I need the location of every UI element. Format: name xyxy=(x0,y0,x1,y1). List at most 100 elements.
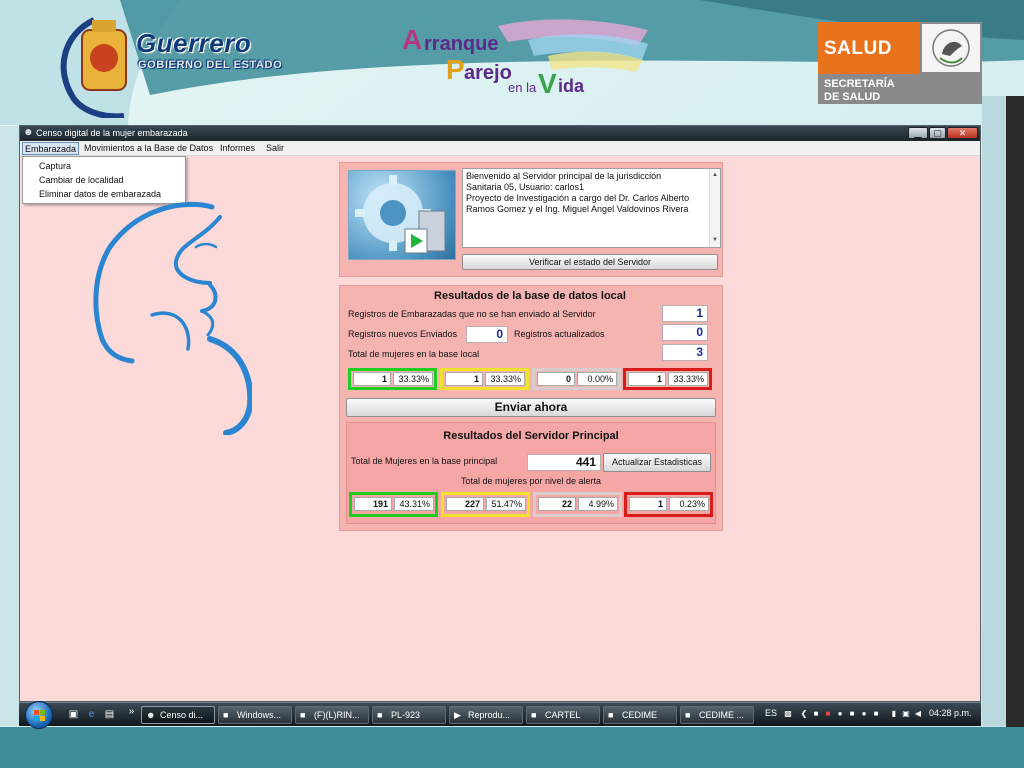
main-green-pct: 43.31% xyxy=(394,497,434,511)
guerrero-title: Guerrero xyxy=(136,28,252,58)
main-yellow-count: 227 xyxy=(446,497,484,511)
taskbar-button-cedime-2[interactable]: ■ CEDIME ... xyxy=(680,706,754,724)
guerrero-subtitle: GOBIERNO DEL ESTADO xyxy=(138,59,283,71)
guerrero-logo: Guerrero GOBIERNO DEL ESTADO xyxy=(54,14,294,120)
language-indicator[interactable]: ES xyxy=(765,708,777,718)
local-red-pct: 33.33% xyxy=(668,372,708,386)
menu-informes[interactable]: Informes xyxy=(218,142,257,155)
new-sent-label: Registros nuevos Enviados xyxy=(348,329,458,339)
local-green-count: 1 xyxy=(353,372,391,386)
main-green-count: 191 xyxy=(354,497,392,511)
menu-embarazada[interactable]: Embarazada xyxy=(22,142,80,155)
menu-salir[interactable]: Salir xyxy=(264,142,286,155)
keyboard-icon[interactable]: ▩ xyxy=(783,709,793,719)
volume-icon[interactable]: ◀ xyxy=(913,709,923,719)
taskbar-button-cedime[interactable]: ■ CEDIME xyxy=(603,706,677,724)
taskbar-button-pl923[interactable]: ■ PL-923 xyxy=(372,706,446,724)
arranque-initial-p: P xyxy=(446,54,465,85)
local-yellow-count: 1 xyxy=(445,372,483,386)
main-red-pct: 0.23% xyxy=(669,497,709,511)
pregnant-woman-icon xyxy=(93,202,252,435)
menu-bar: Embarazada Movimientos a la Base de Dato… xyxy=(20,141,980,156)
presentation-icon: ■ xyxy=(608,710,614,720)
alert-level-label: Total de mujeres por nivel de alerta xyxy=(460,476,602,486)
server-gear-icon xyxy=(348,170,456,260)
main-level-red: 1 0.23% xyxy=(624,492,713,517)
dropdown-item-cambiar-localidad[interactable]: Cambiar de localidad xyxy=(39,174,124,186)
new-sent-value: 0 xyxy=(466,326,508,343)
clock[interactable]: 04:28 p.m. xyxy=(929,708,972,718)
not-sent-value: 1 xyxy=(662,305,708,322)
salud-subtitle: SECRETARÍA DE SALUD xyxy=(824,78,895,103)
taskbar-button-reproductor[interactable]: ▶ Reprodu... xyxy=(449,706,523,724)
arranque-word: rranque xyxy=(424,33,499,55)
tray-security-icon[interactable]: ● xyxy=(835,709,845,719)
verify-server-button[interactable]: Verificar el estado del Servidor xyxy=(462,254,718,270)
arranque-initial-a: A xyxy=(402,24,423,55)
tray-messenger-icon[interactable]: ● xyxy=(859,709,869,719)
more-quicklaunch-icon[interactable]: » xyxy=(125,705,138,718)
folder-icon: ■ xyxy=(223,710,229,720)
update-stats-button[interactable]: Actualizar Estadisticas xyxy=(603,453,711,472)
taskbar: ▣ e ▤ » ☻ Censo di... ■ Windows... ■ (F)(L)… xyxy=(19,701,981,729)
battery-icon[interactable]: ▮ xyxy=(889,709,899,719)
total-main-value: 441 xyxy=(527,454,601,471)
server-status-panel: Bienvenido al Servidor principal de la j… xyxy=(339,162,723,277)
taskbar-button-windows[interactable]: ■ Windows... xyxy=(218,706,292,724)
close-button[interactable]: ✕ xyxy=(947,127,978,139)
internet-explorer-icon[interactable]: e xyxy=(85,708,98,721)
local-gray-pct: 0.00% xyxy=(577,372,617,386)
main-level-yellow: 227 51.47% xyxy=(441,492,530,517)
window-switcher-icon[interactable]: ▤ xyxy=(103,708,116,721)
local-level-red: 1 33.33% xyxy=(623,368,712,390)
local-gray-count: 0 xyxy=(537,372,575,386)
parejo-word: arejo xyxy=(464,62,512,84)
local-level-yellow: 1 33.33% xyxy=(440,368,529,390)
taskbar-button-censo[interactable]: ☻ Censo di... xyxy=(141,706,215,724)
message-scrollbar[interactable]: ▲ ▼ xyxy=(709,169,720,247)
salud-word: SALUD xyxy=(824,38,892,59)
show-desktop-icon[interactable]: ▣ xyxy=(67,708,80,721)
media-player-icon: ▶ xyxy=(454,710,461,720)
network-icon[interactable]: ▣ xyxy=(901,709,911,719)
updated-label: Registros actualizados xyxy=(514,329,605,339)
tray-network-icon[interactable]: ■ xyxy=(847,709,857,719)
local-green-pct: 33.33% xyxy=(393,372,433,386)
window-titlebar[interactable]: ☻ Censo digital de la mujer embarazada ▁… xyxy=(20,126,980,141)
local-db-panel: Resultados de la base de datos local Reg… xyxy=(339,285,723,531)
welcome-message-box[interactable]: Bienvenido al Servidor principal de la j… xyxy=(462,168,721,248)
window-title: Censo digital de la mujer embarazada xyxy=(36,128,188,138)
scroll-up-icon[interactable]: ▲ xyxy=(712,170,718,181)
presentation-icon: ■ xyxy=(531,710,537,720)
local-level-gray: 0 0.00% xyxy=(532,368,621,390)
minimize-button[interactable]: ▁ xyxy=(908,127,928,139)
tray-expand-icon[interactable]: ❮ xyxy=(799,709,809,719)
document-icon: ■ xyxy=(377,710,383,720)
scroll-down-icon[interactable]: ▼ xyxy=(712,235,718,246)
start-button-windows-icon[interactable] xyxy=(25,701,53,729)
vida-word: ida xyxy=(558,76,585,96)
main-level-gray: 22 4.99% xyxy=(533,492,622,517)
total-local-value: 3 xyxy=(662,344,708,361)
header-banner: Guerrero GOBIERNO DEL ESTADO A rranque P… xyxy=(0,0,1024,125)
tray-device-icon[interactable]: ■ xyxy=(871,709,881,719)
menu-movimientos[interactable]: Movimientos a la Base de Datos xyxy=(82,142,215,155)
local-db-title: Resultados de la base de datos local xyxy=(434,290,626,302)
person-icon: ☻ xyxy=(23,127,34,138)
taskbar-button-cartel[interactable]: ■ CARTEL xyxy=(526,706,600,724)
document-icon: ■ xyxy=(300,710,306,720)
dropdown-item-captura[interactable]: Captura xyxy=(39,160,71,172)
local-level-green: 1 33.33% xyxy=(348,368,437,390)
main-gray-pct: 4.99% xyxy=(578,497,618,511)
embarazada-dropdown: Captura Cambiar de localidad Eliminar da… xyxy=(22,156,186,204)
tray-antivirus-icon[interactable]: ■ xyxy=(823,709,833,719)
taskbar-button-rin[interactable]: ■ (F)(L)RIN... xyxy=(295,706,369,724)
app-window: ☻ Censo digital de la mujer embarazada ▁… xyxy=(19,125,981,702)
mexico-eagle-seal-icon xyxy=(922,24,980,72)
maximize-button[interactable]: ▢ xyxy=(929,127,946,139)
tray-app-icon[interactable]: ■ xyxy=(811,709,821,719)
main-yellow-pct: 51.47% xyxy=(486,497,526,511)
total-local-label: Total de mujeres en la base local xyxy=(348,349,480,359)
arranque-parejo-logo: A rranque P arejo en la V ida xyxy=(398,16,658,100)
send-now-button[interactable]: Enviar ahora xyxy=(346,398,716,417)
